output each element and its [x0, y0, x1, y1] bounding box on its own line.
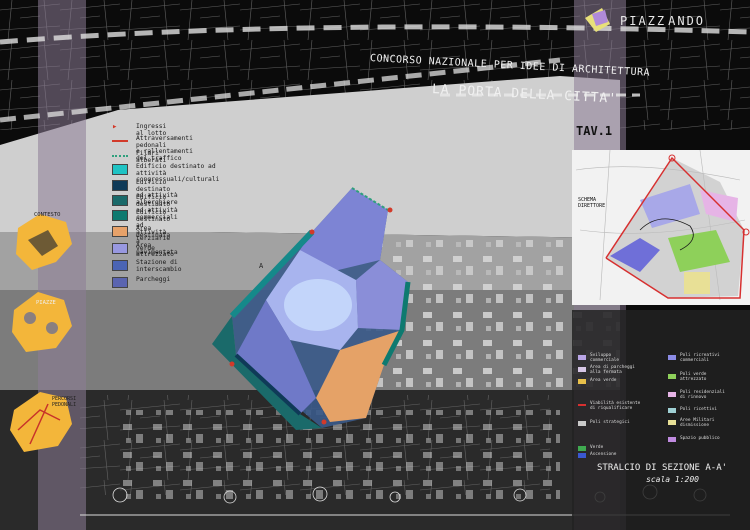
legend-swatch: [578, 355, 586, 360]
section-title: STRALCIO DI SEZIONE A-A': [597, 463, 728, 473]
inset-title: SCHEMA DIRETTORE: [578, 197, 606, 209]
legend-label: Poli ricettivi: [680, 407, 718, 412]
legend-label: Poli residenziali di rinnovo: [680, 390, 725, 400]
legend-label: Ascensione: [590, 452, 617, 457]
legend-swatch: [578, 404, 586, 406]
legend-swatch: [668, 392, 676, 397]
legend-label: Aree Militari dismissione: [680, 418, 715, 428]
legend-label: Sviluppo commerciale: [590, 353, 620, 363]
legend-label: Area di parcheggi alla fermata: [590, 365, 635, 375]
legend-label: Viabilità esistente di riqualificare: [590, 401, 641, 411]
legend-label: Spazio pubblico: [680, 436, 720, 441]
legend-label: Poli strategici: [590, 420, 630, 425]
legend-swatch: [578, 453, 586, 458]
legend-swatch: [578, 379, 586, 384]
legend-swatch: [668, 420, 676, 425]
legend-label: Area verde: [590, 378, 617, 383]
section-scale: scala 1:200: [646, 475, 699, 484]
legend-swatch: [578, 421, 586, 426]
legend-swatch: [668, 408, 676, 413]
legend-swatch: [578, 446, 586, 451]
inset-map: [572, 149, 750, 305]
legend-swatch: [668, 437, 676, 442]
legend-swatch: [668, 374, 676, 379]
legend-label: Poli ricreativi commerciali: [680, 353, 720, 363]
legend-label: Poli verde attrezzato: [680, 372, 707, 382]
legend-swatch: [578, 367, 586, 372]
legend-label: Verde: [590, 445, 604, 450]
competition-board: PIAZZ ANDO CONCORSO NAZIONALE PER IDEE DI…: [0, 0, 750, 530]
legend-swatch: [668, 355, 676, 360]
